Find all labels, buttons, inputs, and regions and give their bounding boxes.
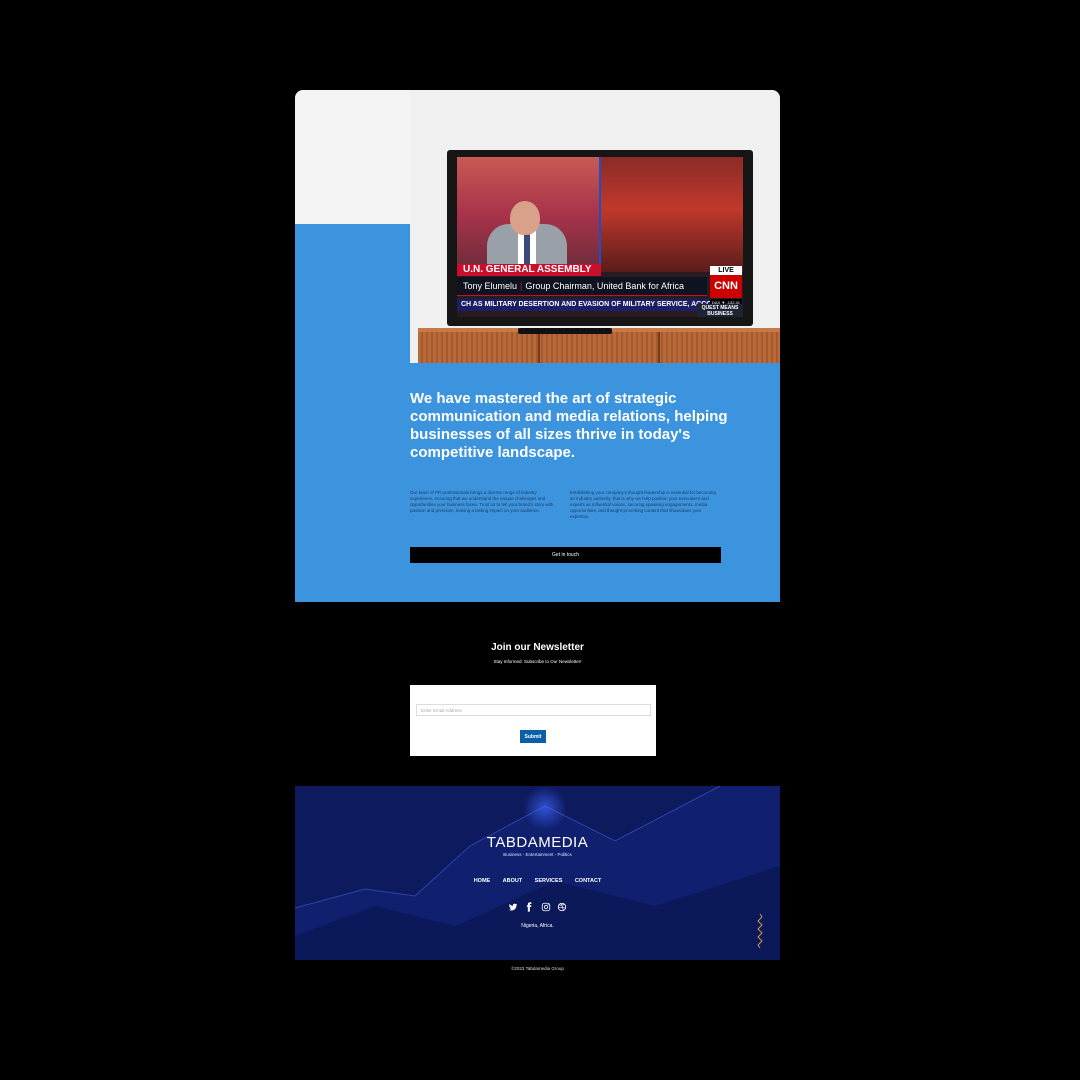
instagram-icon[interactable] — [541, 899, 551, 911]
footer-nav: HOME ABOUT SERVICES CONTACT — [295, 869, 780, 887]
submit-button[interactable]: Submit — [520, 730, 546, 743]
twitter-icon[interactable] — [508, 899, 518, 911]
name-separator: | — [520, 281, 523, 291]
dribbble-icon[interactable] — [557, 899, 567, 911]
intro-paragraph-2: Establishing your company's thought lead… — [570, 490, 716, 519]
footer-brand[interactable]: TABDAMEDIA — [295, 834, 780, 851]
newsletter-subtitle: Stay Informed: Subscribe to Our Newslett… — [493, 659, 582, 664]
get-in-touch-button[interactable]: Get in touch — [410, 547, 721, 563]
tv-screen: U.N. GENERAL ASSEMBLY Tony Elumelu | Group… — [457, 157, 743, 317]
cnn-logo: CNN — [710, 275, 742, 298]
presenter-figure — [482, 197, 572, 272]
live-badge: LIVE — [710, 266, 742, 275]
show-name-badge: QUEST MEANS BUSINESS — [697, 304, 743, 317]
footer-location: Nigeria, Africa. — [521, 923, 554, 929]
footer-nav-home[interactable]: HOME — [474, 878, 491, 884]
hero-section: U.N. GENERAL ASSEMBLY Tony Elumelu | Group… — [295, 90, 780, 602]
intro-paragraph-1: Our team of PR professionals brings a di… — [410, 490, 554, 513]
hero-white-block — [295, 90, 410, 224]
scroll-indicator-icon[interactable] — [757, 914, 763, 948]
email-input[interactable] — [416, 704, 651, 716]
hero-tv-image: U.N. GENERAL ASSEMBLY Tony Elumelu | Group… — [410, 90, 780, 363]
footer-nav-services[interactable]: SERVICES — [535, 878, 563, 884]
newsletter-title: Join our Newsletter — [491, 642, 584, 653]
lower-third: U.N. GENERAL ASSEMBLY Tony Elumelu | Group… — [457, 264, 743, 317]
site-footer: TABDAMEDIA Business - Entertainment - Po… — [295, 786, 780, 960]
landing-page: U.N. GENERAL ASSEMBLY Tony Elumelu | Group… — [295, 90, 780, 960]
footer-tagline: Business - Entertainment - Politics — [503, 852, 572, 857]
hero-headline: We have mastered the art of strategic co… — [410, 390, 728, 461]
footer-nav-contact[interactable]: CONTACT — [575, 878, 601, 884]
name-strap: Tony Elumelu | Group Chairman, United Bank… — [457, 277, 707, 296]
right-panel-background — [601, 157, 743, 272]
guest-name: Tony Elumelu — [463, 281, 518, 291]
social-links — [295, 895, 780, 913]
left-panel-background — [457, 157, 599, 272]
tv-stand — [518, 328, 612, 334]
television: U.N. GENERAL ASSEMBLY Tony Elumelu | Group… — [447, 150, 753, 326]
facebook-icon[interactable] — [524, 899, 534, 912]
newsletter-form: Submit — [410, 685, 656, 756]
guest-role: Group Chairman, United Bank for Africa — [525, 281, 684, 291]
footer-nav-about[interactable]: ABOUT — [503, 878, 523, 884]
copyright-text: ©2023 Tabdamedia Group — [511, 966, 564, 971]
newsletter-section: Join our Newsletter Stay Informed: Subsc… — [295, 602, 780, 786]
banner-title: U.N. GENERAL ASSEMBLY — [457, 264, 601, 276]
